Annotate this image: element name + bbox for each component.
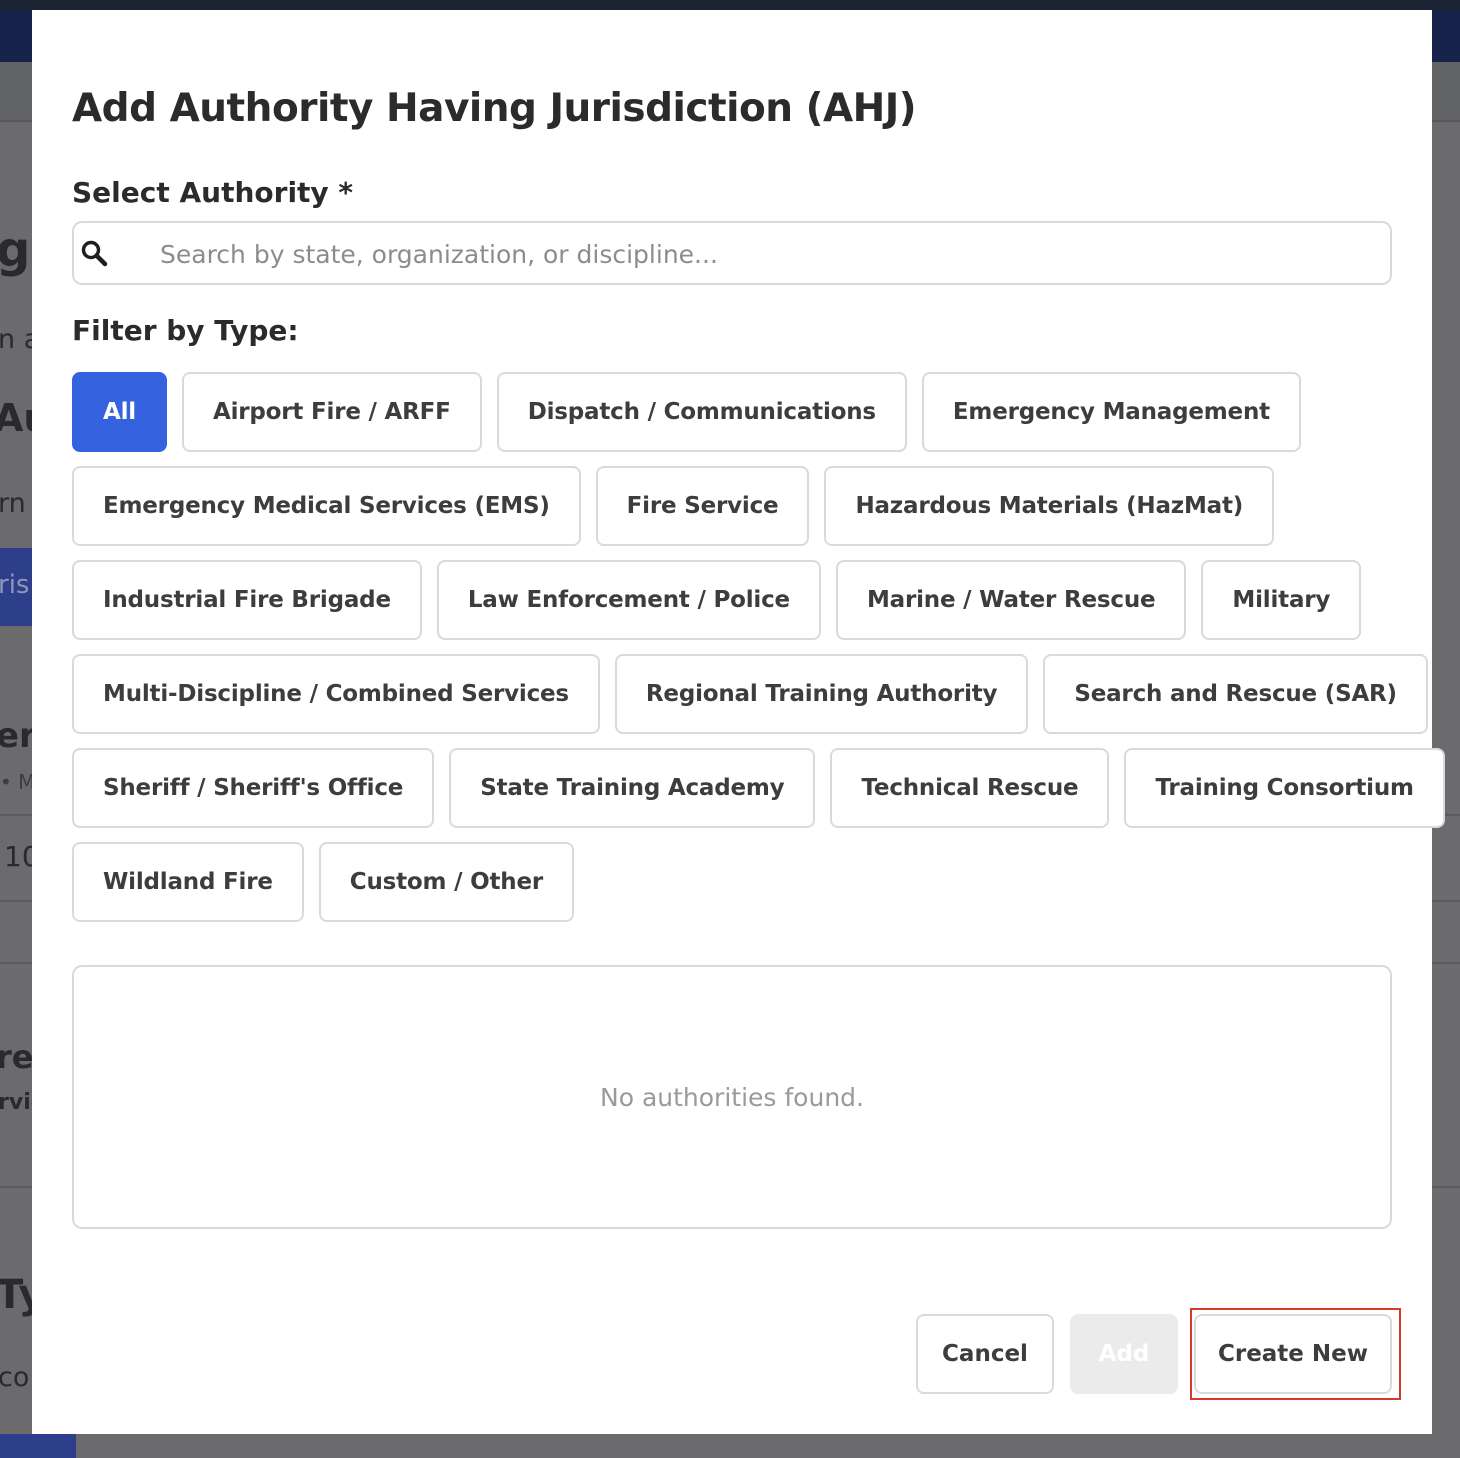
cancel-button[interactable]: Cancel: [916, 1314, 1054, 1394]
authority-search-field[interactable]: [72, 221, 1392, 285]
search-icon: [80, 239, 108, 267]
filter-chip-fire-service[interactable]: Fire Service: [595, 466, 810, 546]
background-text: ris: [0, 570, 30, 600]
filter-chip-search-and-rescue[interactable]: Search and Rescue (SAR): [1043, 654, 1428, 734]
filter-chip-technical-rescue[interactable]: Technical Rescue: [830, 748, 1110, 828]
filter-chip-airport-fire-arff[interactable]: Airport Fire / ARFF: [181, 372, 482, 452]
filter-row: Emergency Medical Services (EMS) Fire Se…: [72, 466, 1402, 546]
filter-chip-sheriff[interactable]: Sheriff / Sheriff's Office: [72, 748, 435, 828]
filter-by-type-label: Filter by Type:: [72, 314, 299, 347]
filter-chip-marine-water-rescue[interactable]: Marine / Water Rescue: [835, 560, 1187, 640]
background-text: • M: [0, 770, 36, 794]
filter-chip-multi-discipline[interactable]: Multi-Discipline / Combined Services: [72, 654, 600, 734]
empty-results-message: No authorities found.: [600, 1082, 864, 1112]
filter-chip-hazmat[interactable]: Hazardous Materials (HazMat): [824, 466, 1275, 546]
filter-chip-ems[interactable]: Emergency Medical Services (EMS): [72, 466, 581, 546]
filter-chip-training-consortium[interactable]: Training Consortium: [1124, 748, 1445, 828]
filter-chip-law-enforcement[interactable]: Law Enforcement / Police: [436, 560, 821, 640]
filter-chip-industrial-fire-brigade[interactable]: Industrial Fire Brigade: [72, 560, 422, 640]
filter-chip-all[interactable]: All: [72, 372, 167, 452]
select-authority-label: Select Authority *: [72, 176, 354, 209]
filter-chip-regional-training-authority[interactable]: Regional Training Authority: [614, 654, 1029, 734]
filter-row: Industrial Fire Brigade Law Enforcement …: [72, 560, 1402, 640]
modal-title: Add Authority Having Jurisdiction (AHJ): [72, 86, 917, 131]
background-text: co: [0, 1362, 30, 1393]
filter-type-chips: All Airport Fire / ARFF Dispatch / Commu…: [72, 372, 1445, 936]
add-ahj-modal: Add Authority Having Jurisdiction (AHJ) …: [32, 10, 1445, 1434]
filter-row: Multi-Discipline / Combined Services Reg…: [72, 654, 1428, 734]
create-new-button[interactable]: Create New: [1194, 1314, 1392, 1394]
add-button[interactable]: Add: [1070, 1314, 1178, 1394]
background-button: [0, 1434, 76, 1458]
filter-chip-dispatch-communications[interactable]: Dispatch / Communications: [496, 372, 907, 452]
filter-row: Wildland Fire Custom / Other: [72, 842, 1402, 922]
filter-chip-wildland-fire[interactable]: Wildland Fire: [72, 842, 304, 922]
filter-chip-military[interactable]: Military: [1201, 560, 1362, 640]
filter-row: Sheriff / Sheriff's Office State Trainin…: [72, 748, 1445, 828]
filter-chip-state-training-academy[interactable]: State Training Academy: [449, 748, 816, 828]
authority-search-input[interactable]: [158, 231, 1362, 277]
filter-row: All Airport Fire / ARFF Dispatch / Commu…: [72, 372, 1402, 452]
filter-chip-custom-other[interactable]: Custom / Other: [318, 842, 574, 922]
authority-results-list: No authorities found.: [72, 965, 1392, 1229]
filter-chip-emergency-management[interactable]: Emergency Management: [921, 372, 1301, 452]
